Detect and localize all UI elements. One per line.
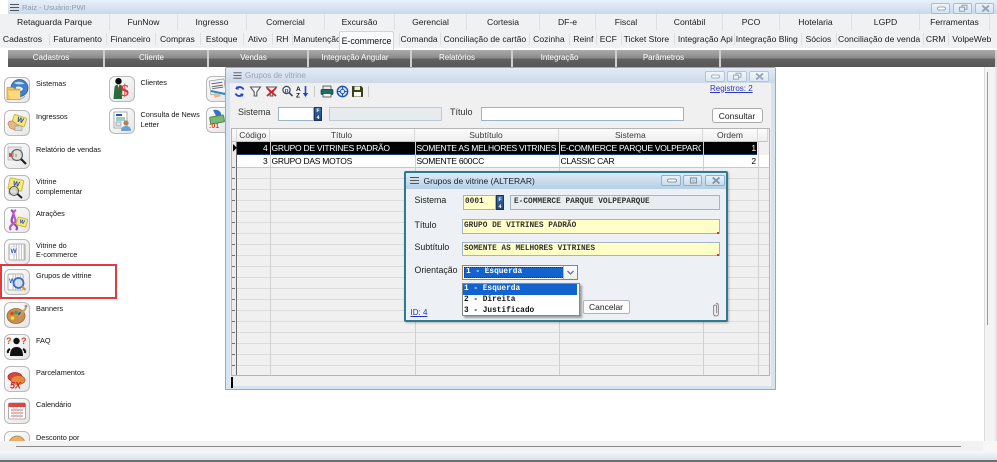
svg-text:Z: Z — [296, 93, 300, 99]
svg-text::01: :01 — [209, 123, 219, 130]
svg-text:5X: 5X — [10, 381, 22, 391]
svg-text:p: p — [285, 88, 289, 94]
svg-text:W: W — [11, 248, 18, 255]
svg-text:$: $ — [120, 81, 129, 100]
svg-text:?: ? — [21, 336, 27, 346]
svg-text:?: ? — [6, 336, 12, 346]
